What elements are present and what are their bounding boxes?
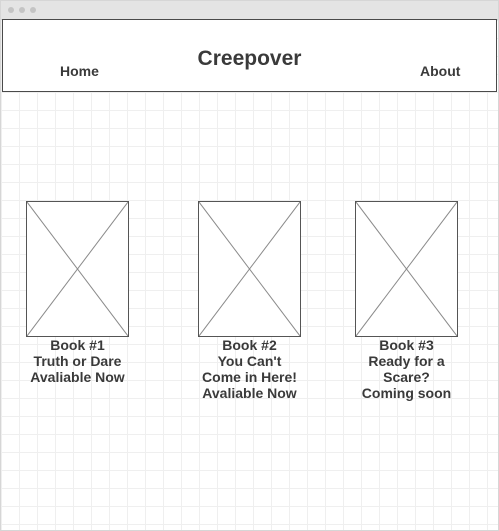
window-dot-icon (19, 7, 25, 13)
book-status: Avaliable Now (202, 385, 297, 401)
book-caption: Book #2 You Can't Come in Here! Avaliabl… (178, 337, 321, 401)
book-card-3[interactable]: Book #3 Ready for a Scare? Coming soon (355, 201, 458, 401)
book-cover-image[interactable] (26, 201, 129, 337)
book-status: Coming soon (361, 385, 452, 401)
book-title-line: You Can't (217, 353, 282, 369)
book-caption: Book #1 Truth or Dare Avaliable Now (6, 337, 149, 385)
book-caption: Book #3 Ready for a Scare? Coming soon (335, 337, 478, 401)
book-status: Avaliable Now (30, 369, 125, 385)
book-cover-image[interactable] (198, 201, 301, 337)
book-number: Book #2 (222, 337, 277, 353)
book-title-line: Ready for a (368, 353, 445, 369)
book-card-1[interactable]: Book #1 Truth or Dare Avaliable Now (26, 201, 129, 385)
site-header: Home Creepover About (2, 19, 497, 92)
image-placeholder-icon (199, 202, 300, 336)
book-title-line: Come in Here! (202, 369, 297, 385)
browser-window: Home Creepover About Book #1 Truth or Da… (0, 0, 499, 531)
book-title-line: Scare? (383, 369, 430, 385)
window-dot-icon (30, 7, 36, 13)
book-title-line: Truth or Dare (33, 353, 122, 369)
book-number: Book #1 (50, 337, 105, 353)
window-dot-icon (8, 7, 14, 13)
book-cover-image[interactable] (355, 201, 458, 337)
book-number: Book #3 (379, 337, 434, 353)
image-placeholder-icon (27, 202, 128, 336)
image-placeholder-icon (356, 202, 457, 336)
nav-about-link[interactable]: About (420, 63, 460, 79)
window-titlebar (1, 1, 498, 20)
book-card-2[interactable]: Book #2 You Can't Come in Here! Avaliabl… (198, 201, 301, 401)
